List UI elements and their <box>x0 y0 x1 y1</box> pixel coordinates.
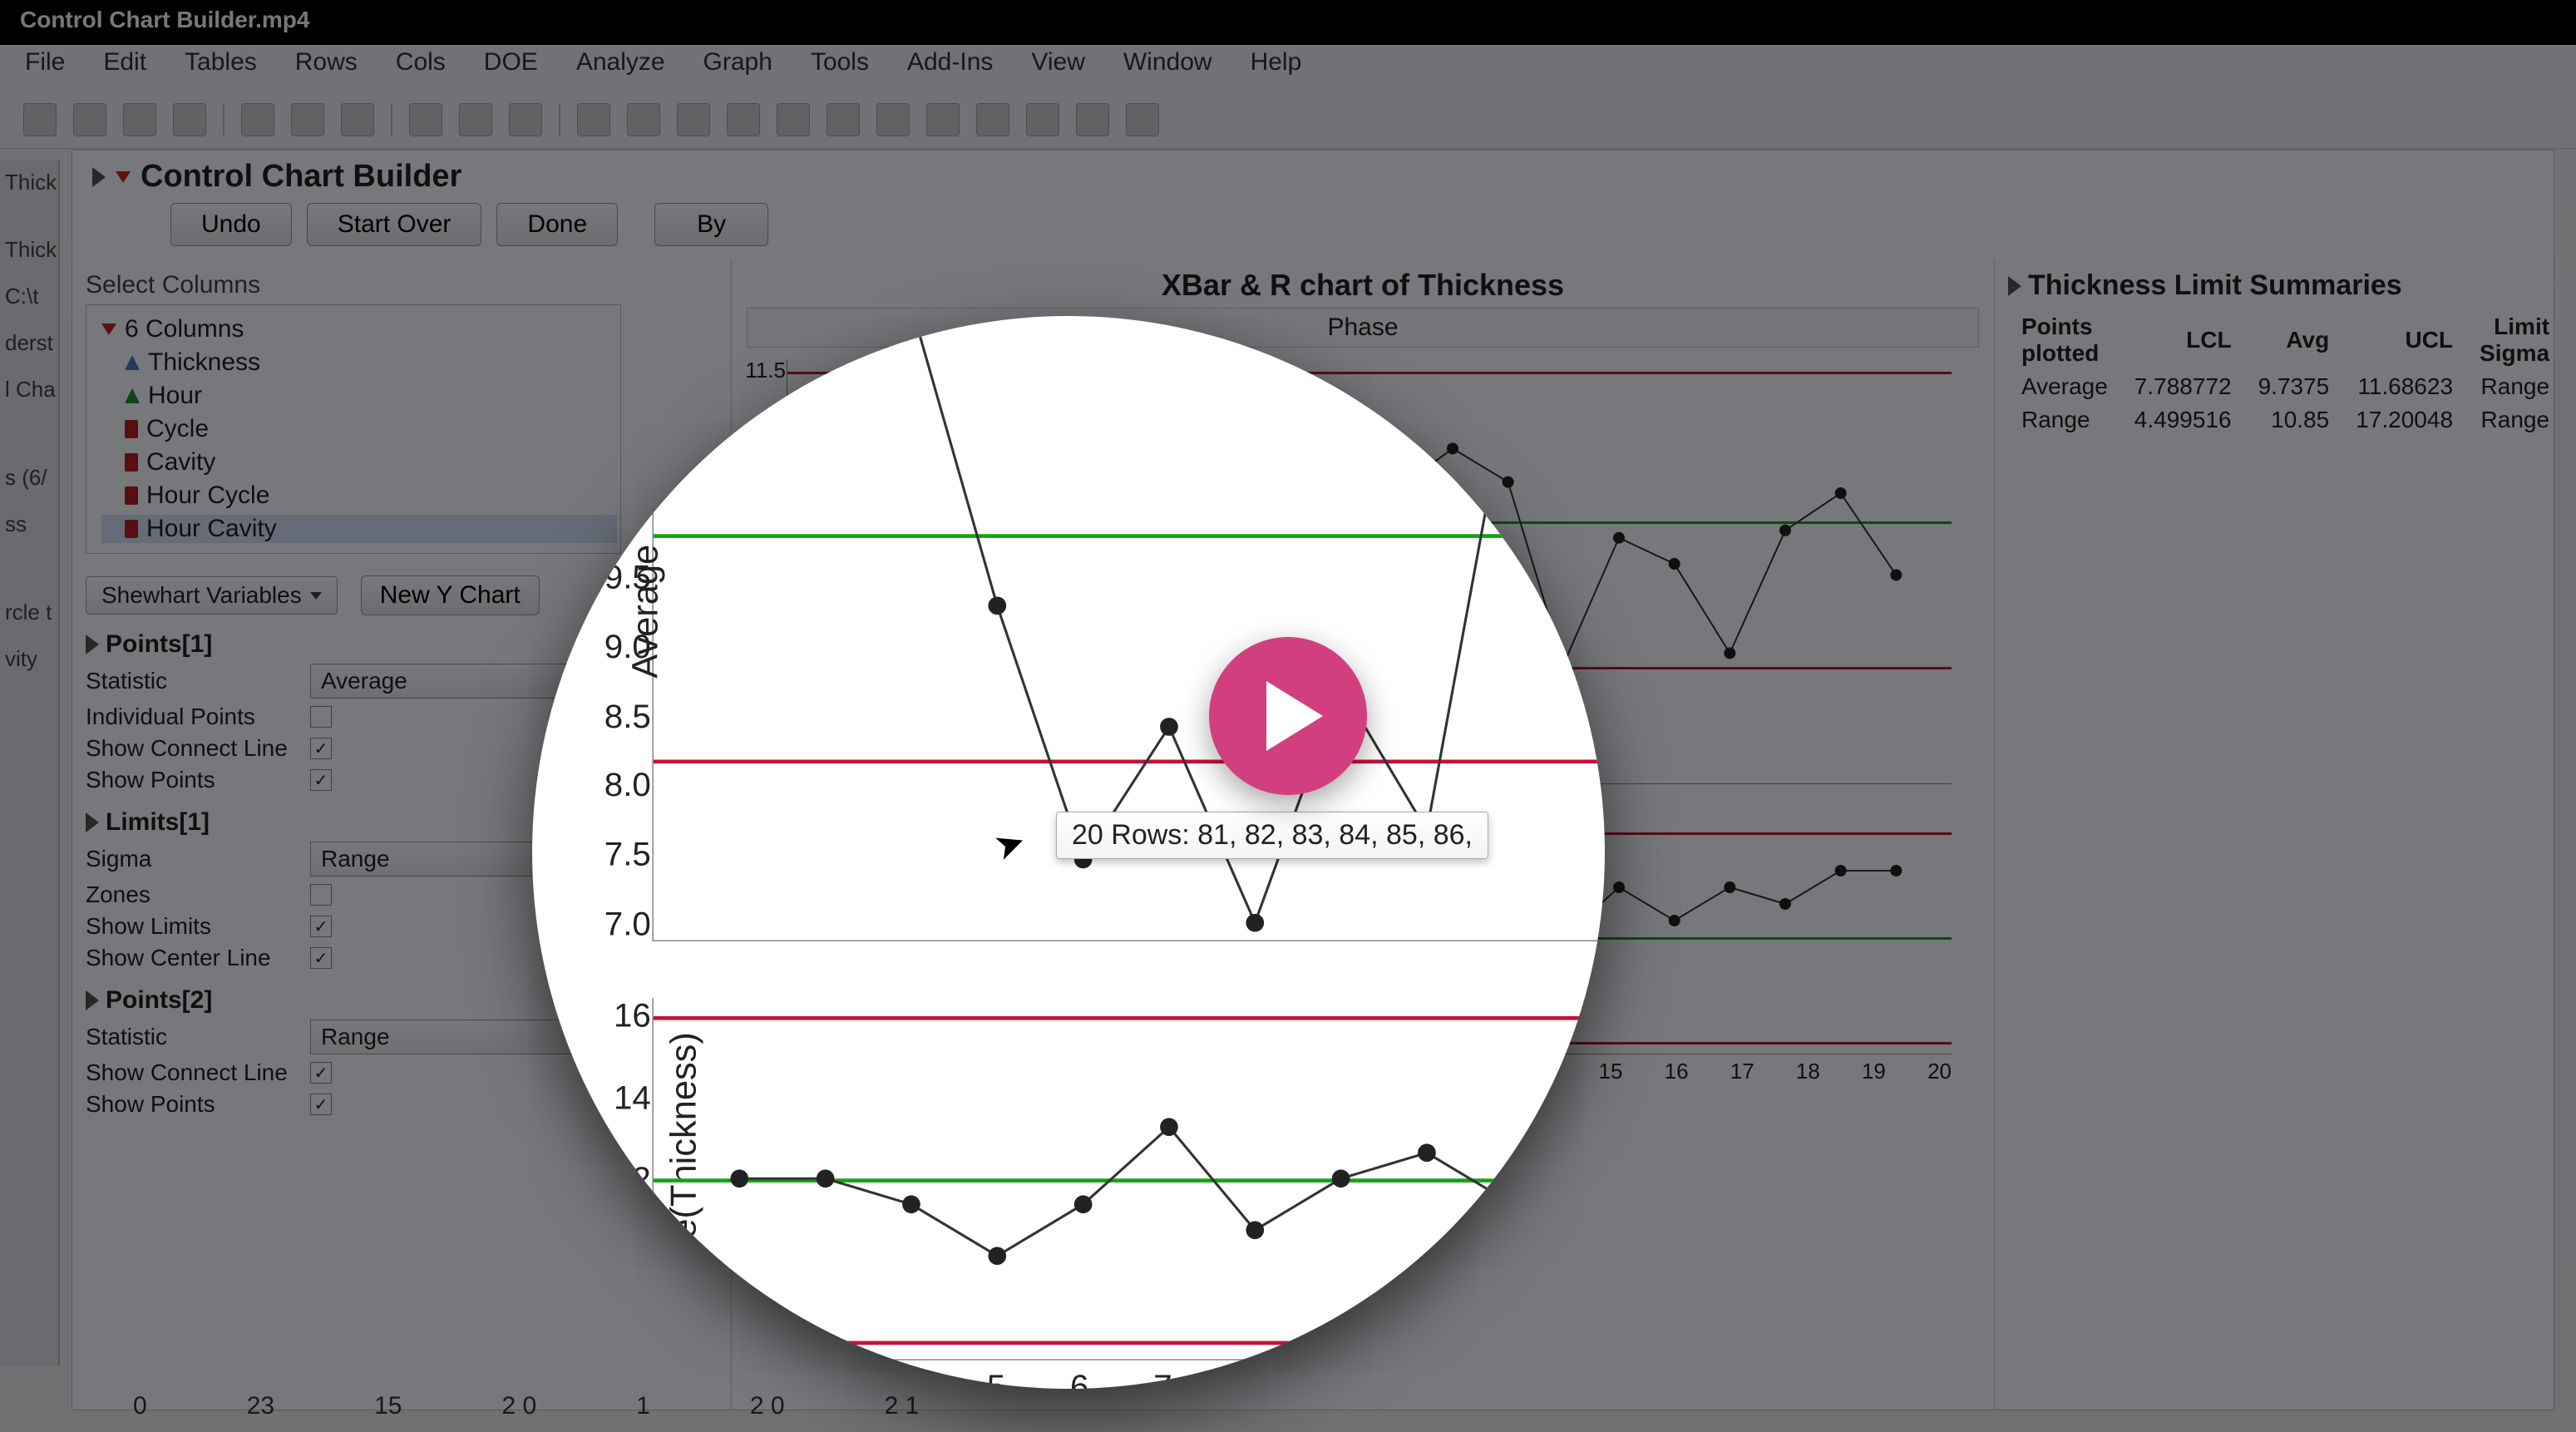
column-label: Hour Cycle <box>146 481 269 510</box>
column-label: Cavity <box>146 448 215 477</box>
chart-title: XBar & R chart of Thickness <box>747 268 1979 303</box>
red-menu-icon[interactable] <box>116 171 131 183</box>
disclosure-icon[interactable] <box>86 990 99 1010</box>
disclosure-icon[interactable] <box>86 635 99 654</box>
panel-title: Points[2] <box>106 986 212 1015</box>
toolbar-icon[interactable] <box>291 103 324 136</box>
bottom-row-peek: 023152 012 02 1 <box>133 1392 919 1420</box>
menu-analyze[interactable]: Analyze <box>576 48 665 77</box>
toolbar-icon[interactable] <box>976 103 1009 136</box>
video-title-bar: Control Chart Builder.mp4 <box>0 0 2576 45</box>
toolbar-icon[interactable] <box>341 103 374 136</box>
menu-rows[interactable]: Rows <box>295 48 358 77</box>
menu-file[interactable]: File <box>25 48 65 77</box>
menu-bar[interactable]: File Edit Tables Rows Cols DOE Analyze Graph Too… <box>0 45 2576 91</box>
startover-button[interactable]: Start Over <box>307 203 482 246</box>
toolbar-icon[interactable] <box>409 103 442 136</box>
prop-label: Show Points <box>86 1091 310 1118</box>
prop-checkbox[interactable] <box>310 706 332 728</box>
panel-title: Points[1] <box>106 630 212 659</box>
by-button[interactable]: By <box>654 203 768 246</box>
toolbar-icon[interactable] <box>509 103 542 136</box>
prop-checkbox[interactable]: ✓ <box>310 769 332 791</box>
prop-label: Show Points <box>86 767 310 793</box>
toolbar-icon[interactable] <box>173 103 206 136</box>
column-label: Hour <box>148 382 202 410</box>
panel-title: Limits[1] <box>106 808 210 837</box>
prop-label: Show Center Line <box>86 945 310 971</box>
menu-doe[interactable]: DOE <box>484 48 538 77</box>
menu-tools[interactable]: Tools <box>811 48 869 77</box>
toolbar-icon[interactable] <box>123 103 156 136</box>
nominal-icon <box>125 486 138 505</box>
disclosure-icon[interactable] <box>2008 276 2021 296</box>
done-button[interactable]: Done <box>496 203 618 246</box>
prop-label: Show Connect Line <box>86 1059 310 1086</box>
prop-checkbox[interactable]: ✓ <box>310 738 332 759</box>
menu-graph[interactable]: Graph <box>703 48 772 77</box>
summary-panel: Thickness Limit Summaries PointsplottedL… <box>1994 259 2554 1410</box>
menu-edit[interactable]: Edit <box>103 48 146 77</box>
nominal-icon <box>125 453 138 472</box>
lasso-icon[interactable] <box>777 103 810 136</box>
video-title: Control Chart Builder.mp4 <box>20 7 309 32</box>
toolbar-icon[interactable] <box>677 103 710 136</box>
red-menu-icon[interactable] <box>101 323 116 335</box>
select-columns-label: Select Columns <box>86 271 718 299</box>
summary-table: PointsplottedLCLAvgUCLLimitSigma Average… <box>2008 310 2554 437</box>
play-button[interactable] <box>1209 637 1367 795</box>
summary-title: Thickness Limit Summaries <box>2028 269 2402 302</box>
crosshair-icon[interactable] <box>926 103 960 136</box>
prop-checkbox[interactable]: ✓ <box>310 1062 332 1084</box>
menu-tables[interactable]: Tables <box>185 48 257 77</box>
toolbar-icon[interactable] <box>1026 103 1059 136</box>
new-y-chart-button[interactable]: New Y Chart <box>361 575 540 615</box>
prop-label: Individual Points <box>86 704 310 730</box>
prop-label: Zones <box>86 881 310 908</box>
prop-checkbox[interactable]: ✓ <box>310 916 332 937</box>
annotate-icon[interactable] <box>1126 103 1159 136</box>
column-label: Hour Cavity <box>146 515 277 543</box>
point-tooltip: 20 Rows: 81, 82, 83, 84, 85, 86, <box>1056 812 1488 859</box>
toolbar-icon[interactable] <box>459 103 492 136</box>
arrow-icon[interactable] <box>577 103 610 136</box>
continuous-icon <box>125 355 140 370</box>
zoom-spotlight: Average 11.51110.5109.59.08.58.07.57.0 R… <box>532 316 1605 1389</box>
toolbar[interactable] <box>0 91 2576 149</box>
column-label: Cycle <box>146 415 209 443</box>
window-title: Control Chart Builder <box>141 159 461 195</box>
nominal-icon <box>125 520 138 538</box>
prop-label: Statistic <box>86 1024 310 1050</box>
brush-icon[interactable] <box>827 103 860 136</box>
toolbar-icon[interactable] <box>727 103 760 136</box>
toolbar-icon[interactable] <box>241 103 274 136</box>
zoom-icon[interactable] <box>876 103 910 136</box>
menu-view[interactable]: View <box>1031 48 1084 77</box>
toolbar-icon[interactable] <box>73 103 106 136</box>
prop-label: Sigma <box>86 846 310 872</box>
prop-checkbox[interactable] <box>310 884 332 906</box>
prop-label: Show Limits <box>86 913 310 940</box>
chart-type-combo[interactable]: Shewhart Variables <box>86 576 338 615</box>
prop-label: Statistic <box>86 668 310 694</box>
docked-panel-strip: ThickThickC:\tderstl Chas (6/ssrcle tvit… <box>0 160 60 1365</box>
undo-button[interactable]: Undo <box>170 203 292 246</box>
menu-window[interactable]: Window <box>1123 48 1212 77</box>
prop-checkbox[interactable]: ✓ <box>310 947 332 969</box>
menu-help[interactable]: Help <box>1251 48 1302 77</box>
columns-group-label: 6 Columns <box>125 315 244 343</box>
nominal-icon <box>125 420 138 438</box>
ordinal-icon <box>125 388 140 403</box>
column-label: Thickness <box>148 348 260 377</box>
toolbar-icon[interactable] <box>1076 103 1109 136</box>
prop-checkbox[interactable]: ✓ <box>310 1094 332 1115</box>
help-icon[interactable] <box>627 103 660 136</box>
toolbar-icon[interactable] <box>23 103 57 136</box>
disclosure-icon[interactable] <box>86 812 99 832</box>
menu-cols[interactable]: Cols <box>396 48 446 77</box>
disclosure-icon[interactable] <box>92 167 106 187</box>
prop-label: Show Connect Line <box>86 735 310 762</box>
menu-add-ins[interactable]: Add-Ins <box>907 48 993 77</box>
